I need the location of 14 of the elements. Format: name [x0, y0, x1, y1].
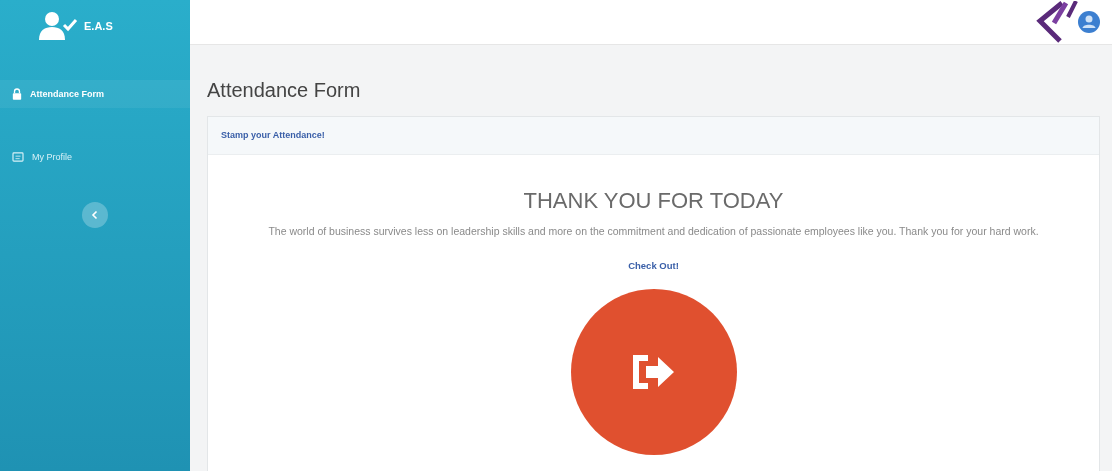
- card-header: Stamp your Attendance!: [208, 117, 1099, 155]
- thank-you-heading: THANK YOU FOR TODAY: [523, 188, 784, 214]
- sidebar-item[interactable]: My Profile: [0, 144, 190, 170]
- exit-arrow-icon: [631, 354, 676, 390]
- check-out-link[interactable]: Check Out!: [628, 260, 679, 271]
- lock-icon: [12, 88, 22, 100]
- page-title: Attendance Form: [207, 79, 362, 102]
- user-avatar-icon[interactable]: [1078, 11, 1100, 33]
- user-check-icon: [38, 11, 78, 41]
- brand-name: E.A.S: [84, 20, 113, 32]
- card-icon: [12, 152, 24, 162]
- sidebar-item[interactable]: Attendance Form: [0, 80, 190, 108]
- message-text: The world of business survives less on leadership skills and more on the commitment and dedication of passionate employees like you. Thank you for your hard work.: [267, 224, 1040, 238]
- collapse-button[interactable]: [82, 202, 108, 228]
